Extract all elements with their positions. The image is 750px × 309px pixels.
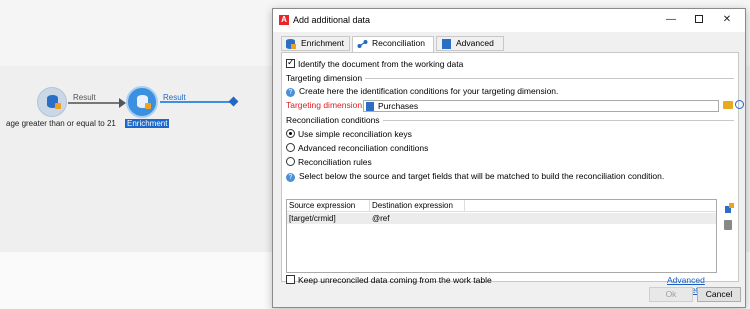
column-divider[interactable] bbox=[369, 200, 370, 212]
transition-line[interactable] bbox=[68, 102, 123, 104]
section-title: Targeting dimension bbox=[286, 73, 366, 83]
tab-advanced[interactable]: Advanced bbox=[436, 36, 504, 51]
targeting-dimension-field[interactable]: Purchases bbox=[363, 100, 719, 112]
enrichment-icon bbox=[286, 39, 296, 49]
filter-badge-icon bbox=[55, 103, 61, 109]
reconciliation-icon bbox=[357, 39, 368, 49]
help-text: Create here the identification condition… bbox=[299, 86, 559, 96]
table-row[interactable]: [target/crmid] @ref bbox=[287, 213, 716, 224]
checkbox-label: Identify the document from the working d… bbox=[298, 59, 464, 69]
column-divider[interactable] bbox=[464, 200, 465, 212]
targeting-dimension-value: Purchases bbox=[378, 101, 419, 111]
section-title: Reconciliation conditions bbox=[286, 115, 383, 125]
help-icon: ? bbox=[286, 173, 295, 182]
column-header-source[interactable]: Source expression bbox=[289, 201, 355, 210]
radio-selected[interactable] bbox=[286, 129, 295, 138]
radio-label: Use simple reconciliation keys bbox=[298, 129, 412, 139]
keep-unreconciled-checkbox[interactable]: Keep unreconciled data coming from the w… bbox=[286, 275, 492, 285]
folder-icon[interactable] bbox=[723, 101, 733, 109]
radio-reconciliation-rules[interactable]: Reconciliation rules bbox=[286, 157, 372, 167]
maximize-icon bbox=[695, 15, 703, 24]
radio-advanced-conditions[interactable]: Advanced reconciliation conditions bbox=[286, 143, 428, 153]
radio-unselected[interactable] bbox=[286, 157, 295, 166]
targeting-help: ? Create here the identification conditio… bbox=[286, 86, 558, 97]
transition-label: Result bbox=[163, 93, 186, 102]
split-activity-node[interactable] bbox=[37, 87, 67, 117]
activity-label-selected: Enrichment bbox=[125, 119, 170, 128]
reconciliation-keys-grid[interactable]: Source expression Destination expression… bbox=[286, 199, 717, 273]
adobe-app-icon: A bbox=[279, 15, 289, 25]
schema-icon bbox=[366, 102, 374, 111]
tab-label: Reconciliation bbox=[372, 38, 425, 48]
tab-reconciliation[interactable]: Reconciliation bbox=[352, 36, 434, 52]
reconciliation-section-header: Reconciliation conditions bbox=[286, 115, 734, 125]
radio-label: Advanced reconciliation conditions bbox=[298, 143, 429, 153]
tab-label: Advanced bbox=[456, 38, 494, 48]
grid-header: Source expression Destination expression bbox=[287, 200, 716, 212]
dialog-title: Add additional data bbox=[293, 15, 371, 25]
maximize-button[interactable] bbox=[685, 11, 713, 29]
ok-button[interactable]: Ok bbox=[649, 287, 693, 302]
enrichment-badge-icon bbox=[145, 103, 151, 109]
enrichment-activity-node[interactable] bbox=[126, 86, 158, 118]
minimize-button[interactable]: — bbox=[657, 11, 685, 29]
checkbox-checked[interactable] bbox=[286, 57, 295, 68]
radio-unselected[interactable] bbox=[286, 143, 295, 152]
radio-label: Reconciliation rules bbox=[298, 157, 372, 167]
help-text: Select below the source and target field… bbox=[299, 171, 665, 181]
magnifier-icon[interactable] bbox=[735, 100, 744, 109]
add-key-icon[interactable] bbox=[724, 203, 734, 213]
destination-expression-cell[interactable]: @ref bbox=[372, 214, 389, 223]
source-expression-cell[interactable]: [target/crmid] bbox=[289, 214, 336, 223]
targeting-dimension-row: Targeting dimension: Purchases bbox=[286, 100, 746, 112]
radio-simple-keys[interactable]: Use simple reconciliation keys bbox=[286, 129, 412, 139]
close-button[interactable]: ✕ bbox=[713, 11, 741, 29]
help-icon: ? bbox=[286, 88, 295, 97]
advanced-icon bbox=[442, 39, 451, 49]
transition-arrow-icon bbox=[119, 98, 126, 108]
dialog-titlebar[interactable]: A Add additional data — ✕ bbox=[273, 9, 745, 32]
targeting-section-header: Targeting dimension bbox=[286, 73, 734, 83]
transition-label: Result bbox=[73, 93, 96, 102]
tab-enrichment[interactable]: Enrichment bbox=[281, 36, 350, 51]
fields-help: ? Select below the source and target fiel… bbox=[286, 171, 664, 182]
tab-label: Enrichment bbox=[301, 38, 344, 48]
targeting-dimension-label: Targeting dimension: bbox=[286, 100, 365, 110]
cancel-button[interactable]: Cancel bbox=[697, 287, 741, 302]
add-additional-data-dialog: A Add additional data — ✕ Enrichment Rec… bbox=[272, 8, 746, 308]
trash-icon[interactable] bbox=[724, 220, 732, 230]
checkbox-unchecked[interactable] bbox=[286, 275, 295, 284]
column-header-destination[interactable]: Destination expression bbox=[372, 201, 453, 210]
identify-checkbox[interactable]: Identify the document from the working d… bbox=[286, 57, 464, 69]
reconciliation-panel: Identify the document from the working d… bbox=[281, 52, 744, 295]
checkbox-label: Keep unreconciled data coming from the w… bbox=[298, 275, 492, 285]
activity-label: age greater than or equal to 21 bbox=[6, 119, 116, 128]
